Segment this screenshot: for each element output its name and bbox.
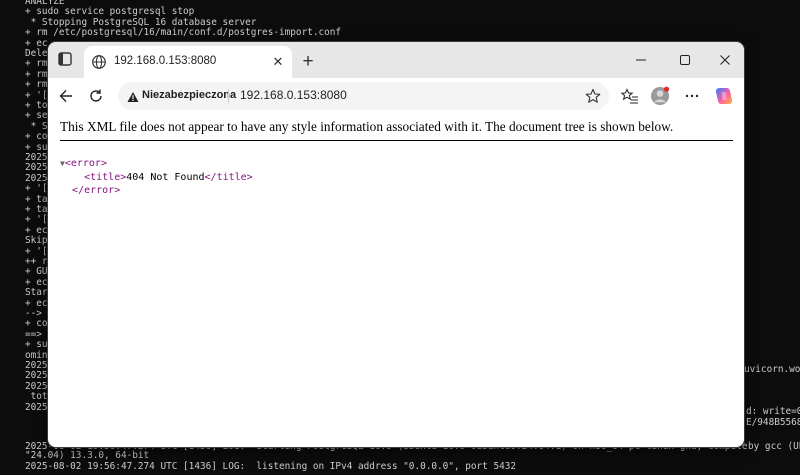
terminal-line: "24.04) 13.3.0, 64-bit: [25, 450, 150, 461]
tab-title: 192.168.0.153:8080: [114, 55, 217, 67]
terminal-fragment: d: write=0: [746, 406, 800, 417]
page-content: This XML file does not appear to have an…: [48, 114, 744, 447]
close-tab-icon[interactable]: ✕: [270, 54, 286, 70]
tab-actions-icon: [58, 51, 72, 71]
star-icon[interactable]: [584, 87, 602, 105]
favorites-icon[interactable]: [618, 84, 642, 108]
terminal-line: 2025: [25, 401, 48, 413]
terminal-fragment: uvicorn.wor: [744, 364, 800, 375]
address-bar[interactable]: Niezabezpieczona 192.168.0.153:8080: [118, 82, 609, 110]
tab-actions-button[interactable]: [54, 50, 76, 72]
xml-info-message: This XML file does not appear to have an…: [60, 119, 733, 141]
browser-window: 192.168.0.153:8080 ✕ + Niezabezpieczona …: [48, 42, 744, 447]
xml-tree: ▼<error> <title>404 Not Found</title> </…: [60, 157, 253, 198]
xml-tag-open: <error>: [64, 158, 107, 169]
terminal-fragment: E/948B5568: [746, 417, 800, 428]
globe-icon: [91, 54, 107, 70]
xml-tag-close: </error>: [72, 185, 121, 196]
terminal-line: 2025-08-02 19:56:47.274 UTC [1436] LOG: …: [25, 461, 517, 472]
tab-strip: 192.168.0.153:8080 ✕ +: [48, 42, 744, 78]
minimize-icon[interactable]: [626, 48, 656, 72]
back-icon[interactable]: [54, 84, 78, 108]
terminal-fragment: by gcc (Ub: [748, 441, 800, 452]
tab-active[interactable]: 192.168.0.153:8080 ✕: [84, 46, 292, 78]
xml-text: 404 Not Found: [126, 171, 205, 183]
security-label[interactable]: Niezabezpieczona: [142, 89, 236, 101]
close-window-icon[interactable]: [710, 48, 740, 72]
maximize-icon[interactable]: [670, 48, 700, 72]
new-tab-button[interactable]: +: [298, 51, 318, 71]
toolbar: Niezabezpieczona 192.168.0.153:8080: [48, 78, 744, 114]
xml-tag-close: </title>: [204, 171, 253, 183]
terminal-line: + rm /etc/postgresql/16/main/conf.d/post…: [25, 27, 342, 39]
refresh-icon[interactable]: [84, 84, 108, 108]
divider: [228, 89, 229, 103]
copilot-icon[interactable]: [712, 84, 736, 108]
profile-avatar[interactable]: [648, 84, 672, 108]
warning-icon[interactable]: [127, 90, 139, 102]
url-text[interactable]: 192.168.0.153:8080: [240, 88, 347, 102]
more-options-icon[interactable]: [680, 84, 704, 108]
xml-tag-open: <title>: [84, 171, 127, 183]
